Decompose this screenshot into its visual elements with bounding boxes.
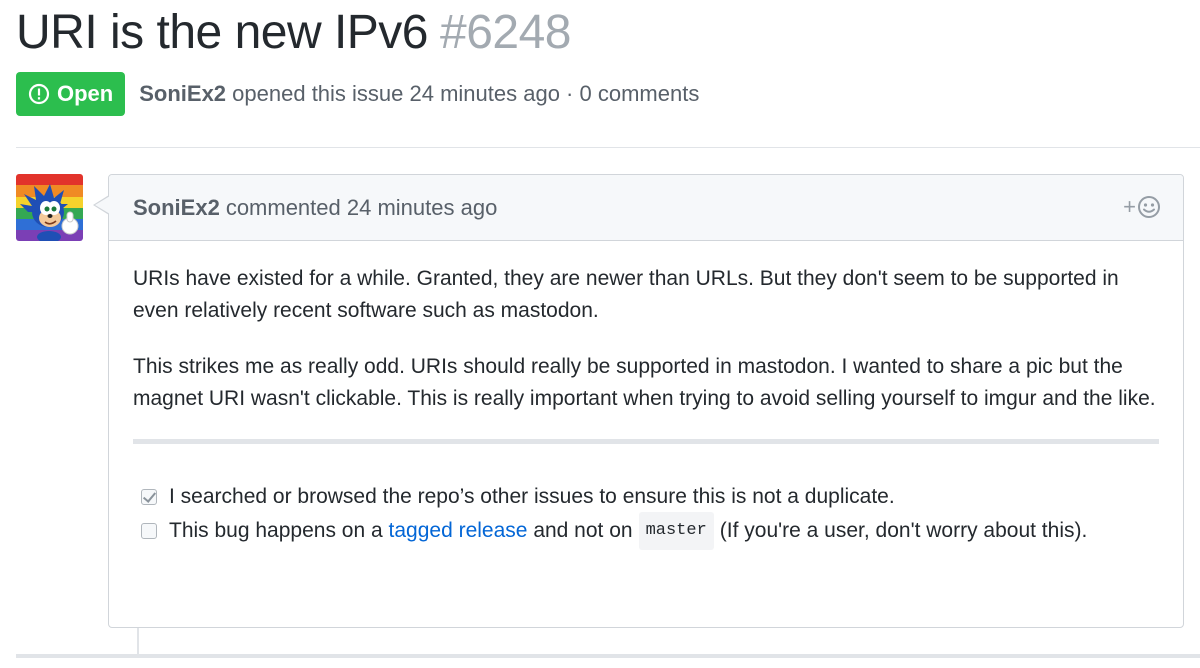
comment-author-link[interactable]: SoniEx2 xyxy=(133,195,220,221)
comment-box: SoniEx2 commented 24 minutes ago + URIs … xyxy=(93,174,1184,628)
issue-meta-details: opened this issue 24 minutes ago · 0 com… xyxy=(232,81,700,106)
avatar[interactable] xyxy=(16,174,83,241)
task-item: This bug happens on a tagged release and… xyxy=(141,512,1159,550)
issue-meta: Open SoniEx2 opened this issue 24 minute… xyxy=(16,72,699,116)
bottom-divider xyxy=(16,654,1200,658)
unchecked-checkbox[interactable] xyxy=(141,523,157,539)
issue-author-link[interactable]: SoniEx2 xyxy=(139,81,226,106)
issue-title-row: URI is the new IPv6 #6248 xyxy=(16,4,571,62)
task-text: I searched or browsed the repo’s other i… xyxy=(169,485,895,508)
checked-checkbox[interactable] xyxy=(141,489,157,505)
comment-paragraph: This strikes me as really odd. URIs shou… xyxy=(133,355,1156,410)
smiley-icon xyxy=(1138,196,1160,218)
state-badge: Open xyxy=(16,72,126,116)
issue-number: #6248 xyxy=(440,6,571,59)
meta-text: SoniEx2 opened this issue 24 minutes ago… xyxy=(139,81,699,107)
state-label: Open xyxy=(57,81,114,106)
horizontal-rule xyxy=(133,439,1159,444)
plus-icon: + xyxy=(1123,194,1136,219)
issue-opened-icon xyxy=(28,83,50,105)
task-text-middle: and not on xyxy=(533,519,633,542)
add-reaction-button[interactable]: + xyxy=(1123,195,1161,219)
header-divider xyxy=(16,147,1200,148)
comment-header: SoniEx2 commented 24 minutes ago + xyxy=(109,175,1183,241)
sonic-avatar-image xyxy=(16,174,83,241)
inline-code: master xyxy=(638,512,714,550)
task-list: I searched or browsed the repo’s other i… xyxy=(133,480,1159,550)
issue-title: URI is the new IPv6 xyxy=(16,6,429,59)
tagged-release-link[interactable]: tagged release xyxy=(389,515,528,547)
task-text-suffix: (If you're a user, don't worry about thi… xyxy=(719,519,1088,542)
comment-paragraph: URIs have existed for a while. Granted, … xyxy=(133,267,1119,322)
task-text-prefix: This bug happens on a xyxy=(169,519,383,542)
comment-timestamp[interactable]: commented 24 minutes ago xyxy=(226,195,498,221)
comment-body: URIs have existed for a while. Granted, … xyxy=(109,241,1183,550)
task-item: I searched or browsed the repo’s other i… xyxy=(141,480,1159,514)
